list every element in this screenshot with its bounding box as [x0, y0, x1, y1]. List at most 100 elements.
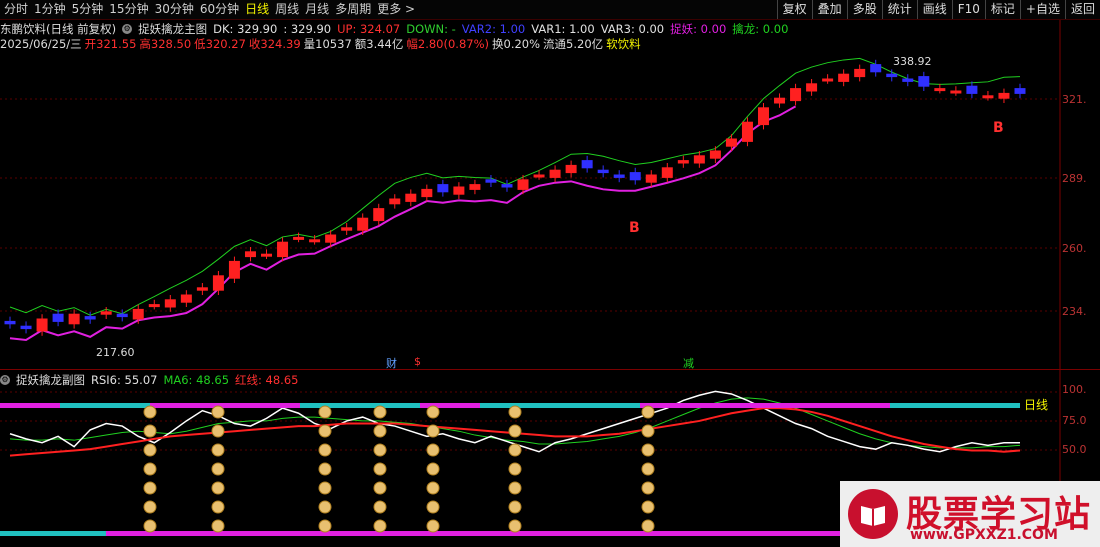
candle-body — [52, 313, 64, 322]
candle-body — [966, 85, 978, 94]
rsi6-line — [9, 390, 1020, 453]
candle-body — [501, 184, 513, 188]
money-bag-icon — [426, 443, 440, 457]
money-bag-icon — [211, 519, 225, 533]
candle-body — [870, 64, 882, 73]
dividend-marker[interactable]: $ — [414, 355, 421, 368]
candle-body — [293, 236, 305, 240]
candle-body — [389, 198, 401, 205]
sub-axis-label-3: 50.0 — [1062, 443, 1087, 456]
candle-body — [132, 308, 144, 320]
money-bag-icon — [508, 519, 522, 533]
candle-body — [661, 167, 673, 178]
money-bag-icon — [211, 443, 225, 457]
money-bag-icon — [508, 424, 522, 438]
pane-separator[interactable] — [0, 369, 1100, 370]
candle-body — [148, 304, 160, 308]
settings-icon[interactable]: ⚙ — [0, 375, 10, 385]
money-bag-icon — [641, 405, 655, 419]
money-bag-icon — [373, 405, 387, 419]
book-icon — [848, 489, 898, 539]
sub-header: ⚙ 捉妖擒龙副图 RSI6: 55.07 MA6: 48.65 红线: 48.6… — [0, 372, 298, 388]
sub-axis-label-1: 100. — [1062, 383, 1087, 396]
money-bag-icon — [426, 405, 440, 419]
money-bag-icon — [426, 481, 440, 495]
high-annotation: 338.92 — [893, 55, 932, 68]
candle-body — [709, 150, 721, 159]
axis-label-3: 260. — [1062, 242, 1087, 255]
money-bag-icon — [318, 424, 332, 438]
candle-body — [421, 188, 433, 198]
logo-url: www.GPXXZ1.COM — [910, 527, 1058, 543]
candle-body — [36, 318, 48, 332]
candle-body — [533, 174, 545, 178]
candle-body — [196, 287, 208, 291]
price-chart[interactable] — [0, 0, 1100, 547]
money-bag-icon — [211, 500, 225, 514]
candle-body — [100, 311, 112, 315]
money-bag-icon — [211, 481, 225, 495]
money-bag-icon — [143, 443, 157, 457]
candle-body — [68, 313, 80, 325]
money-bag-icon — [318, 481, 332, 495]
candle-body — [918, 76, 930, 87]
candle-body — [982, 95, 994, 99]
money-bag-icon — [211, 405, 225, 419]
money-bag-icon — [426, 424, 440, 438]
candle-body — [629, 172, 641, 181]
money-bag-icon — [426, 519, 440, 533]
candle-body — [469, 184, 481, 190]
candle-body — [309, 239, 321, 243]
top-band-magenta — [0, 403, 60, 408]
candle-body — [613, 174, 625, 178]
candle-body — [1014, 88, 1026, 94]
candle-body — [4, 320, 16, 325]
low-annotation: 217.60 — [96, 346, 135, 359]
candle-body — [790, 88, 802, 102]
ma6-value: MA6: 48.65 — [163, 373, 230, 387]
support-line — [9, 105, 797, 342]
money-bag-icon — [143, 424, 157, 438]
money-bag-icon — [318, 500, 332, 514]
candle-body — [212, 275, 224, 291]
candle-body — [677, 160, 689, 164]
sub-axis-label-2: 75.0 — [1062, 414, 1087, 427]
money-bag-icon — [318, 443, 332, 457]
candle-body — [998, 92, 1010, 99]
candle-body — [261, 253, 273, 257]
candle-body — [725, 138, 737, 147]
candle-body — [437, 184, 449, 193]
money-bag-icon — [641, 443, 655, 457]
candle-body — [886, 73, 898, 78]
money-bag-icon — [373, 443, 387, 457]
red-line-value: 红线: 48.65 — [235, 373, 299, 387]
money-bag-icon — [508, 481, 522, 495]
candle-body — [902, 78, 914, 82]
axis-label-1: 321. — [1062, 93, 1087, 106]
money-bag-icon — [373, 462, 387, 476]
money-bag-icon — [641, 481, 655, 495]
candle-body — [485, 179, 497, 183]
top-band-magenta — [640, 403, 890, 408]
candle-body — [741, 121, 753, 142]
candle-body — [228, 260, 240, 279]
money-bag-icon — [641, 500, 655, 514]
candle-body — [277, 241, 289, 258]
candle-body — [838, 73, 850, 82]
candle-body — [774, 97, 786, 104]
candle-body — [517, 179, 529, 190]
axis-label-2: 289. — [1062, 172, 1087, 185]
sub-indicator-name[interactable]: 捉妖擒龙副图 — [16, 372, 85, 388]
money-bag-icon — [426, 462, 440, 476]
candle-body — [934, 88, 946, 92]
money-bag-icon — [211, 462, 225, 476]
money-bag-icon — [143, 405, 157, 419]
axis-label-4: 234. — [1062, 305, 1087, 318]
candle-body — [581, 160, 593, 169]
bottom-band — [0, 531, 840, 536]
candle-body — [357, 217, 369, 231]
candle-body — [405, 193, 417, 202]
period-label: 日线 — [1024, 398, 1049, 412]
money-bag-icon — [143, 519, 157, 533]
candle-body — [116, 313, 128, 318]
